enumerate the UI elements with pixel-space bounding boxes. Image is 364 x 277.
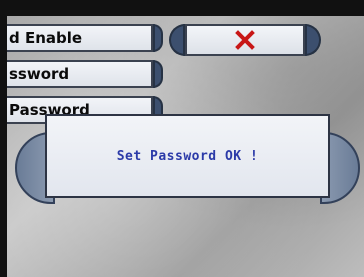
message-dialog-group: Set Password OK ! (15, 114, 360, 210)
cancel-button-group (169, 24, 321, 56)
cancel-button[interactable] (185, 24, 305, 56)
cancel-button-left-cap (169, 24, 185, 56)
setting-row-enable-label: d Enable (9, 29, 83, 47)
setting-row-enable-tab (153, 24, 163, 52)
setting-row-password-label: ssword (9, 65, 70, 83)
message-dialog[interactable]: Set Password OK ! (45, 114, 330, 198)
dialog-message: Set Password OK ! (116, 148, 259, 164)
setting-row-password-tab (153, 60, 163, 88)
close-icon (235, 30, 255, 50)
setting-row-enable[interactable]: d Enable (7, 24, 153, 52)
cancel-button-right-cap (305, 24, 321, 56)
setting-row-password[interactable]: ssword (7, 60, 153, 88)
device-screen: d Enable ssword Password Set Password OK… (7, 16, 364, 277)
